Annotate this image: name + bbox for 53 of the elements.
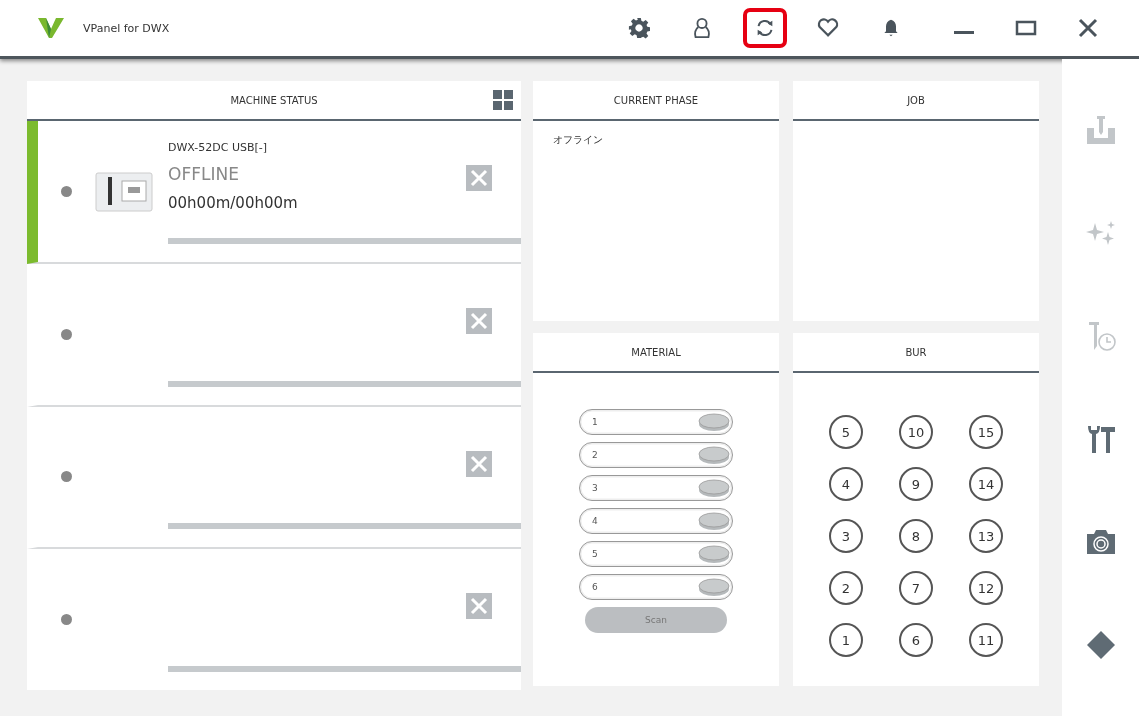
material-slot[interactable]: 4 — [579, 508, 733, 534]
material-slot[interactable]: 5 — [579, 541, 733, 567]
status-dot — [61, 471, 72, 483]
material-slot[interactable]: 1 — [579, 409, 733, 435]
close-icon[interactable] — [1077, 17, 1099, 39]
panel-title: JOB — [907, 94, 925, 106]
bur-slot[interactable]: 14 — [969, 467, 1003, 501]
disc-icon — [698, 577, 730, 597]
material-slot[interactable]: 2 — [579, 442, 733, 468]
grid-view-icon[interactable] — [493, 90, 513, 110]
slot-number: 2 — [592, 450, 598, 460]
status-dot — [61, 614, 72, 626]
bur-slot[interactable]: 15 — [969, 415, 1003, 449]
panel-title: CURRENT PHASE — [613, 94, 699, 106]
bur-slot[interactable]: 13 — [969, 519, 1003, 553]
bur-slot[interactable]: 3 — [829, 519, 863, 553]
panel-title: MACHINE STATUS — [230, 94, 318, 106]
disc-icon — [698, 445, 730, 465]
bur-slot[interactable]: 9 — [899, 467, 933, 501]
material-slot[interactable]: 6 — [579, 574, 733, 600]
slot-number: 3 — [592, 483, 598, 493]
machine-picture — [94, 169, 154, 214]
disc-icon — [698, 478, 730, 498]
bur-slot[interactable]: 10 — [899, 415, 933, 449]
bur-slot[interactable]: 11 — [969, 623, 1003, 657]
machine-time: 00h00m/00h00m — [168, 194, 298, 212]
phase-text: オフライン — [553, 133, 604, 147]
bur-slot[interactable]: 5 — [829, 415, 863, 449]
material-slot[interactable]: 3 — [579, 475, 733, 501]
bur-slot[interactable]: 12 — [969, 571, 1003, 605]
bur-slot[interactable]: 4 — [829, 467, 863, 501]
machine-name: DWX-52DC USB[-] — [168, 141, 269, 154]
slot-number: 1 — [592, 417, 598, 427]
status-dot — [61, 328, 72, 340]
machine-status: OFFLINE — [168, 164, 240, 184]
window-title: VPanel for DWX — [83, 21, 170, 35]
bur-slot[interactable]: 7 — [899, 571, 933, 605]
slot-number: 6 — [592, 582, 598, 592]
bur-slot[interactable]: 6 — [899, 623, 933, 657]
bur-slot[interactable]: 8 — [899, 519, 933, 553]
panel-title: MATERIAL — [631, 346, 681, 358]
slot-number: 5 — [592, 549, 598, 559]
slot-number: 4 — [592, 516, 598, 526]
refresh-icon[interactable] — [743, 8, 787, 48]
disc-icon — [698, 544, 730, 564]
disc-icon — [698, 511, 730, 531]
bur-slot[interactable]: 2 — [829, 571, 863, 605]
panel-title: BUR — [905, 346, 927, 358]
machine-slot[interactable]: DWX-52DC USB[-] OFFLINE 00h00m/00h00m — [27, 121, 521, 264]
logo-icon — [37, 16, 65, 40]
disc-icon — [698, 412, 730, 432]
bur-slot[interactable]: 1 — [829, 623, 863, 657]
status-dot — [61, 185, 72, 197]
